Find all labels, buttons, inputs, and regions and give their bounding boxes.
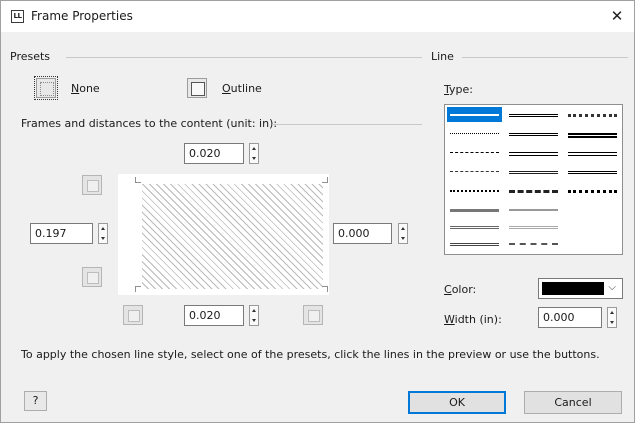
line-type-item[interactable] bbox=[447, 183, 502, 198]
frame-properties-dialog: LL Frame Properties ✕ Presets None Outli… bbox=[0, 0, 635, 423]
close-icon: ✕ bbox=[610, 7, 624, 25]
app-icon: LL bbox=[11, 10, 24, 23]
line-type-item[interactable] bbox=[506, 164, 561, 179]
help-button[interactable]: ? bbox=[24, 391, 47, 411]
line-type-item[interactable] bbox=[447, 236, 502, 251]
line-type-item[interactable] bbox=[447, 202, 502, 217]
preset-none-label[interactable]: None bbox=[71, 82, 100, 95]
preview-content-area bbox=[142, 184, 323, 289]
top-distance-input[interactable]: 0.020 bbox=[184, 143, 244, 164]
preview-corner-tr bbox=[322, 177, 328, 183]
preset-none-icon[interactable] bbox=[34, 76, 58, 100]
line-type-item[interactable] bbox=[506, 183, 561, 198]
line-type-item[interactable] bbox=[447, 126, 502, 141]
preview-corner-bl bbox=[135, 286, 141, 292]
line-type-item[interactable] bbox=[506, 145, 561, 160]
line-type-item[interactable] bbox=[506, 107, 561, 122]
color-label-text: olor: bbox=[451, 283, 477, 296]
line-type-item[interactable] bbox=[565, 107, 620, 122]
preview-corner-br bbox=[322, 286, 328, 292]
mnemonic-c: C bbox=[444, 283, 452, 296]
mnemonic-n: N bbox=[71, 82, 80, 95]
line-group-label: Line bbox=[431, 50, 454, 63]
color-label: Color: bbox=[444, 283, 476, 296]
width-input[interactable]: 0.000 bbox=[538, 307, 602, 328]
line-type-text: ype: bbox=[449, 83, 473, 96]
top-line-button[interactable] bbox=[82, 175, 102, 195]
top-distance-spinner[interactable] bbox=[249, 143, 259, 164]
line-type-item[interactable] bbox=[447, 164, 502, 179]
frames-divider bbox=[272, 124, 422, 125]
frames-group-label: Frames and distances to the content (uni… bbox=[21, 117, 278, 130]
close-button[interactable]: ✕ bbox=[600, 1, 634, 31]
line-type-item[interactable] bbox=[565, 126, 620, 141]
line-type-item[interactable] bbox=[447, 107, 502, 122]
preset-outline-label[interactable]: Outline bbox=[222, 82, 262, 95]
width-label-text: idth (in): bbox=[454, 313, 502, 326]
color-swatch bbox=[542, 282, 604, 295]
cancel-button[interactable]: Cancel bbox=[524, 391, 622, 414]
mnemonic-w: W bbox=[444, 313, 455, 326]
instruction-text: To apply the chosen line style, select o… bbox=[21, 348, 600, 361]
line-type-item[interactable] bbox=[506, 202, 561, 217]
frame-preview[interactable] bbox=[118, 174, 329, 295]
preset-outline-text: utline bbox=[230, 82, 262, 95]
right-distance-spinner[interactable] bbox=[398, 223, 408, 244]
left-distance-input[interactable]: 0.197 bbox=[30, 223, 93, 244]
line-type-item[interactable] bbox=[565, 145, 620, 160]
help-icon: ? bbox=[32, 394, 39, 407]
line-type-item[interactable] bbox=[447, 145, 502, 160]
line-type-item[interactable] bbox=[506, 126, 561, 141]
ok-button[interactable]: OK bbox=[408, 391, 506, 414]
window-title: Frame Properties bbox=[31, 9, 133, 23]
line-type-item[interactable] bbox=[447, 219, 502, 234]
right-line-button[interactable] bbox=[303, 305, 323, 325]
title-bar: LL Frame Properties ✕ bbox=[1, 1, 634, 32]
bottom-line-button[interactable] bbox=[82, 267, 102, 287]
line-type-list[interactable] bbox=[444, 104, 623, 255]
presets-divider bbox=[66, 57, 422, 58]
color-dropdown[interactable]: ⌵ bbox=[538, 278, 623, 299]
left-line-button[interactable] bbox=[123, 305, 143, 325]
presets-group-label: Presets bbox=[10, 50, 51, 63]
line-type-item[interactable] bbox=[565, 164, 620, 179]
line-type-item[interactable] bbox=[506, 236, 561, 251]
bottom-distance-spinner[interactable] bbox=[249, 305, 259, 326]
mnemonic-o: O bbox=[222, 82, 231, 95]
preview-corner-tl bbox=[135, 177, 141, 183]
right-distance-input[interactable]: 0.000 bbox=[333, 223, 392, 244]
line-divider bbox=[462, 57, 628, 58]
line-type-label: Type: bbox=[444, 83, 473, 96]
width-spinner[interactable] bbox=[607, 307, 617, 328]
left-distance-spinner[interactable] bbox=[98, 223, 108, 244]
preset-none-text: one bbox=[79, 82, 100, 95]
line-type-item[interactable] bbox=[506, 219, 561, 234]
chevron-down-icon: ⌵ bbox=[608, 282, 616, 293]
bottom-distance-input[interactable]: 0.020 bbox=[184, 305, 244, 326]
width-label: Width (in): bbox=[444, 313, 502, 326]
preset-outline-icon[interactable] bbox=[187, 78, 207, 98]
line-type-item[interactable] bbox=[565, 183, 620, 198]
